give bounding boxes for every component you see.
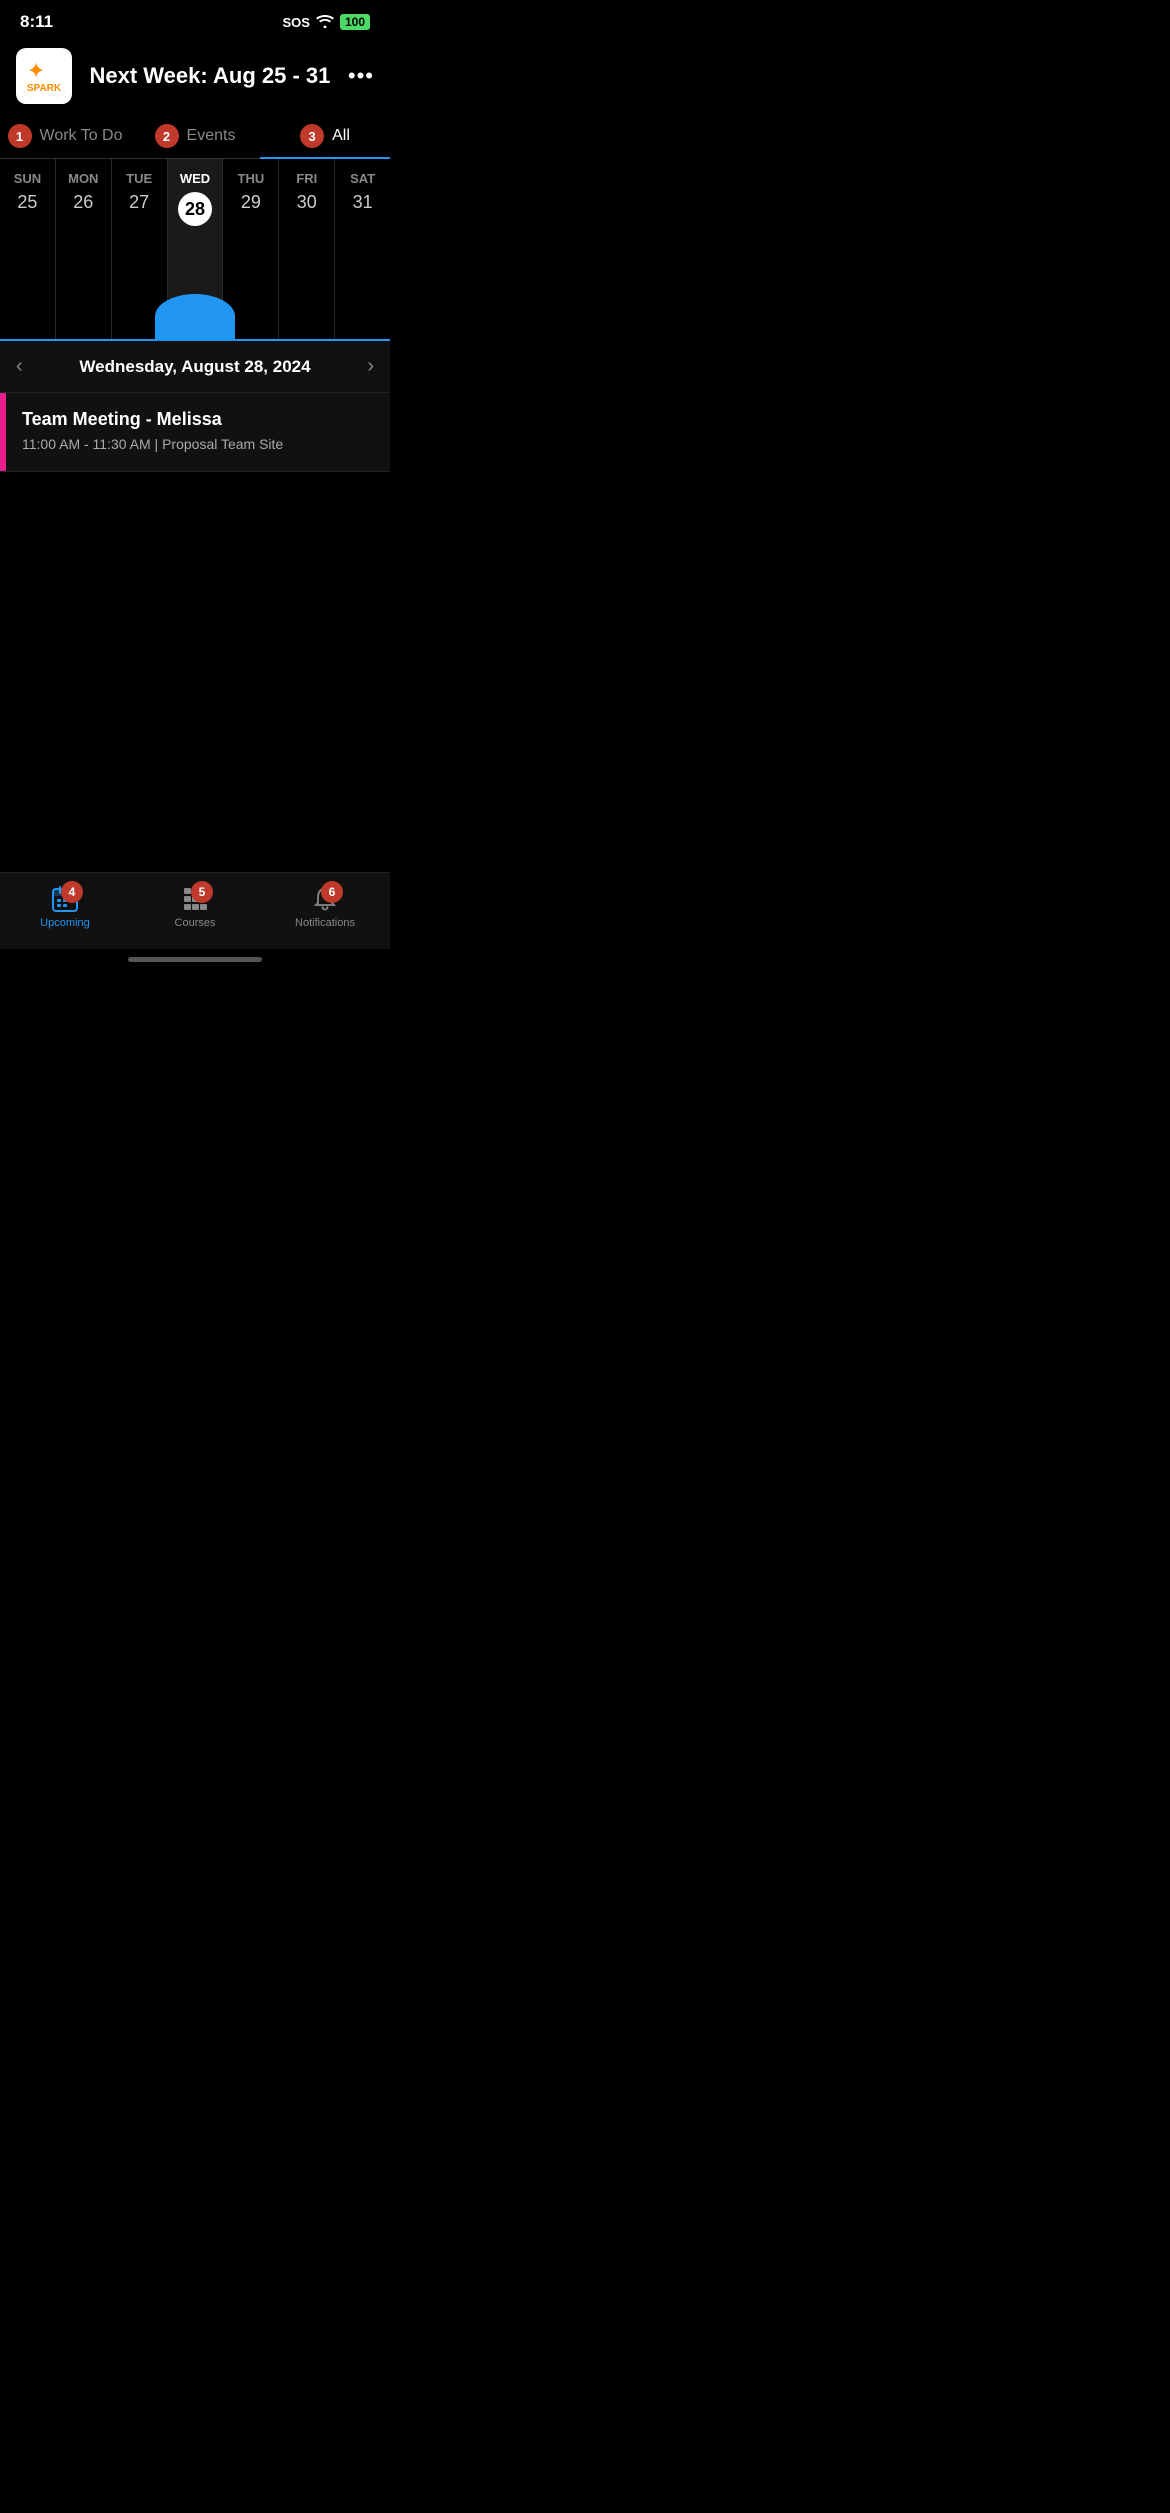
header-title: Next Week: Aug 25 - 31 [72, 63, 348, 89]
tab-label-events: Events [187, 127, 236, 145]
day-col-sat[interactable]: SAT 31 [335, 159, 390, 339]
date-navigation: ‹ Wednesday, August 28, 2024 › [0, 341, 390, 392]
app-logo[interactable]: ✦ SPARK [16, 48, 72, 104]
next-day-button[interactable]: › [367, 355, 374, 378]
event-item[interactable]: Team Meeting - Melissa 11:00 AM - 11:30 … [0, 392, 390, 472]
logo-text: SPARK [27, 84, 61, 94]
event-title: Team Meeting - Melissa [22, 409, 374, 430]
day-col-thu[interactable]: THU 29 [223, 159, 279, 339]
calendar-week-grid: SUN 25 MON 26 TUE 27 WED 28 THU 29 FRI 3… [0, 159, 390, 341]
sos-indicator: SOS [283, 15, 310, 30]
event-content: Team Meeting - Melissa 11:00 AM - 11:30 … [6, 393, 390, 471]
day-num-mon: 26 [73, 192, 93, 213]
nav-label-courses: Courses [175, 917, 216, 929]
prev-day-button[interactable]: ‹ [16, 355, 23, 378]
home-indicator [128, 957, 262, 962]
nav-label-notifications: Notifications [295, 917, 355, 929]
nav-badge-4: 4 [61, 881, 83, 903]
logo-star-icon: ✦ [27, 58, 61, 84]
nav-item-notifications[interactable]: 6 Notifications [260, 885, 390, 929]
day-num-wed: 28 [178, 192, 212, 226]
nav-badge-6: 6 [321, 881, 343, 903]
tab-work-to-do[interactable]: 1 Work To Do [0, 112, 130, 158]
day-name-wed: WED [180, 171, 210, 186]
day-num-tue: 27 [129, 192, 149, 213]
battery-icon: 100 [340, 14, 370, 30]
tab-badge-3: 3 [300, 124, 324, 148]
day-name-sun: SUN [14, 171, 41, 186]
app-header: ✦ SPARK Next Week: Aug 25 - 31 ••• [0, 40, 390, 112]
day-col-sun[interactable]: SUN 25 [0, 159, 56, 339]
day-name-thu: THU [238, 171, 265, 186]
nav-badge-5: 5 [191, 881, 213, 903]
empty-calendar-area [0, 472, 390, 872]
day-num-fri: 30 [297, 192, 317, 213]
tab-label-work: Work To Do [40, 127, 123, 145]
day-name-fri: FRI [296, 171, 317, 186]
tab-events[interactable]: 2 Events [130, 112, 260, 158]
day-col-wed[interactable]: WED 28 [168, 159, 224, 339]
status-time: 8:11 [20, 12, 53, 32]
more-options-button[interactable]: ••• [348, 63, 374, 89]
tab-badge-2: 2 [155, 124, 179, 148]
day-num-sun: 25 [17, 192, 37, 213]
nav-item-courses[interactable]: 5 Courses [130, 885, 260, 929]
day-name-sat: SAT [350, 171, 375, 186]
day-col-fri[interactable]: FRI 30 [279, 159, 335, 339]
bottom-nav: 4 Upcoming 5 Courses 6 [0, 872, 390, 949]
wifi-icon [316, 14, 334, 31]
tab-label-all: All [332, 127, 350, 145]
status-icons: SOS 100 [283, 14, 371, 31]
event-time: 11:00 AM - 11:30 AM | Proposal Team Site [22, 436, 374, 452]
nav-item-upcoming[interactable]: 4 Upcoming [0, 885, 130, 929]
day-col-mon[interactable]: MON 26 [56, 159, 112, 339]
day-name-tue: TUE [126, 171, 152, 186]
current-date-label: Wednesday, August 28, 2024 [79, 357, 310, 377]
status-bar: 8:11 SOS 100 [0, 0, 390, 40]
tab-bar: 1 Work To Do 2 Events 3 All [0, 112, 390, 159]
tab-badge-1: 1 [8, 124, 32, 148]
tab-all[interactable]: 3 All [260, 112, 390, 158]
event-list: Team Meeting - Melissa 11:00 AM - 11:30 … [0, 392, 390, 472]
day-num-sat: 31 [353, 192, 373, 213]
day-num-thu: 29 [241, 192, 261, 213]
nav-label-upcoming: Upcoming [40, 917, 90, 929]
day-name-mon: MON [68, 171, 98, 186]
